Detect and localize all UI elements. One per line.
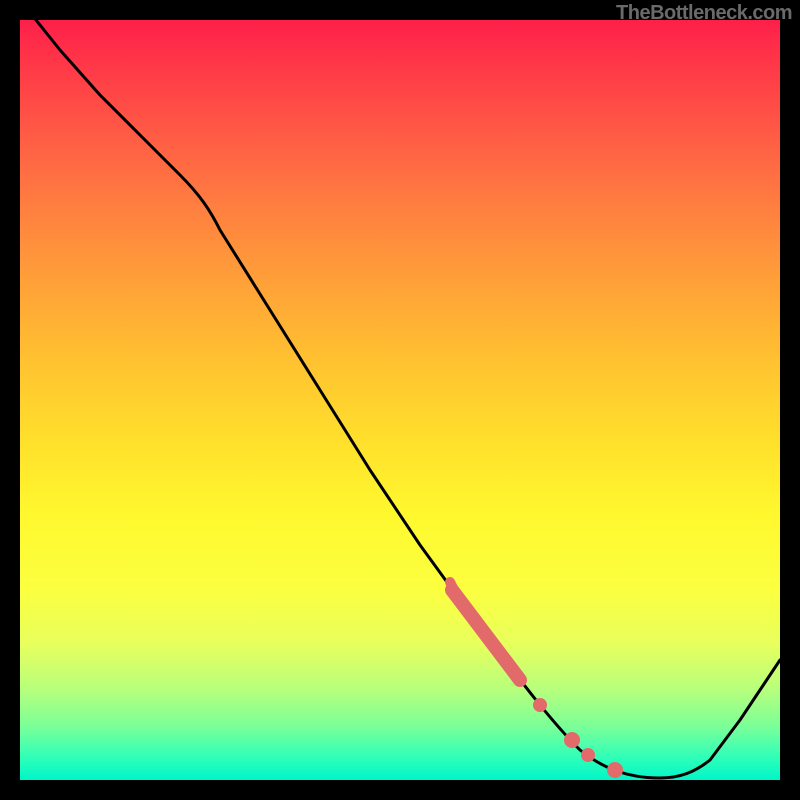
highlight-dot-4	[607, 762, 623, 778]
bottleneck-curve	[20, 20, 780, 778]
highlight-dot-3	[581, 748, 595, 762]
chart-area	[20, 20, 780, 780]
highlight-dot-1	[533, 698, 547, 712]
highlight-band-cap	[450, 582, 456, 594]
watermark-text: TheBottleneck.com	[616, 2, 792, 25]
curve-layer	[20, 20, 780, 780]
highlight-dot-2	[564, 732, 580, 748]
highlight-band	[452, 590, 520, 680]
